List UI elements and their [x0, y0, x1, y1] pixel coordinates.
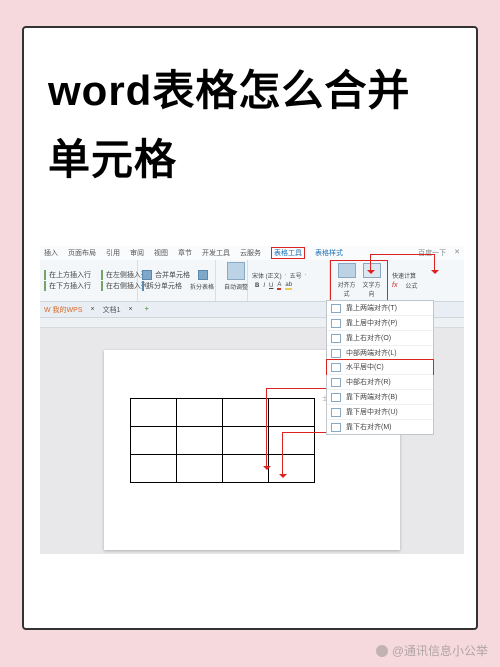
watermark-text: @通讯信息小公举: [392, 642, 488, 659]
group-autofit: 自动调整: [216, 260, 248, 301]
menu-item-bot-left[interactable]: 靠下两端对齐(B): [327, 389, 433, 404]
group-merge: 合并单元格 拆分单元格 拆分表格: [138, 260, 216, 301]
quick-calc-button[interactable]: 快速计算: [392, 271, 416, 280]
close-icon[interactable]: ✕: [454, 248, 460, 258]
autofit-icon: [227, 262, 245, 280]
tab-table-tools[interactable]: 表格工具: [271, 247, 305, 259]
alignment-menu: 靠上两端对齐(T) 靠上居中对齐(P) 靠上右对齐(O) 中部两端对齐(L) 水…: [326, 300, 434, 435]
insert-row-above-button[interactable]: 在上方插入行: [49, 270, 91, 280]
ribbon-tabs: 插入 页面布局 引用 审阅 视图 章节 开发工具 云服务 表格工具 表格样式 百…: [40, 246, 464, 260]
split-table-button[interactable]: 拆分表格: [190, 282, 214, 291]
doc-close-icon-2[interactable]: ×: [129, 306, 133, 313]
formula-button[interactable]: 公式: [405, 281, 417, 290]
ribbon: 在上方插入行 在左侧插入列 在下方插入行 在右侧插入列 合并单元格 拆分单元格 …: [40, 260, 464, 302]
menu-item-mid-left[interactable]: 中部两端对齐(L): [327, 345, 433, 360]
group-formula: 快速计算 fx 公式: [388, 260, 436, 301]
insert-row-above-icon: [44, 270, 46, 280]
merge-cells-button[interactable]: 合并单元格: [155, 270, 190, 280]
tab-pagelayout[interactable]: 页面布局: [68, 248, 96, 258]
card: word表格怎么合并单元格 插入 页面布局 引用 审阅 视图 章节 开发工具 云…: [22, 26, 478, 630]
menu-item-top-right[interactable]: 靠上右对齐(O): [327, 330, 433, 345]
tab-view[interactable]: 视图: [154, 248, 168, 258]
annotation-arrow: [282, 432, 283, 476]
merge-cells-icon: [142, 270, 152, 280]
watermark-logo-icon: [376, 645, 388, 657]
autofit-button[interactable]: 自动调整: [224, 282, 248, 291]
annotation-arrow: [370, 254, 434, 255]
highlight-button[interactable]: ab: [285, 282, 292, 290]
menu-item-bot-center[interactable]: 靠下居中对齐(U): [327, 404, 433, 419]
app-screenshot: 插入 页面布局 引用 审阅 视图 章节 开发工具 云服务 表格工具 表格样式 百…: [40, 246, 464, 554]
doc-close-icon[interactable]: ×: [91, 306, 95, 313]
insert-col-right-icon: [101, 281, 103, 291]
tab-review[interactable]: 审阅: [130, 248, 144, 258]
align-button[interactable]: 对齐方式: [335, 280, 358, 298]
align-bc-icon: [331, 408, 341, 417]
annotation-arrow: [266, 388, 267, 468]
split-cells-button[interactable]: 拆分单元格: [147, 281, 182, 291]
insert-row-below-icon: [44, 281, 46, 291]
tab-devtools[interactable]: 开发工具: [202, 248, 230, 258]
group-font: 宋体 (正文) · 五号 · B I U A ab: [248, 260, 330, 301]
menu-item-bot-right[interactable]: 靠下右对齐(M): [327, 419, 433, 434]
insert-col-left-icon: [101, 270, 103, 280]
text-direction-button[interactable]: 文字方向: [360, 280, 383, 298]
menu-item-top-center[interactable]: 靠上居中对齐(P): [327, 315, 433, 330]
font-color-button[interactable]: A: [277, 282, 281, 290]
fx-icon: fx: [392, 282, 397, 289]
group-insert-rows: 在上方插入行 在左侧插入列 在下方插入行 在右侧插入列: [40, 260, 138, 301]
font-name-select[interactable]: 宋体 (正文): [252, 271, 282, 280]
align-ml-icon: [331, 349, 341, 358]
watermark: @通讯信息小公举: [376, 642, 488, 659]
align-tr-icon: [331, 334, 341, 343]
italic-button[interactable]: I: [263, 283, 265, 289]
align-bl-icon: [331, 393, 341, 402]
document-table[interactable]: [130, 398, 315, 483]
annotation-arrow: [282, 432, 326, 433]
annotation-arrow: [266, 388, 326, 389]
menu-item-mid-right[interactable]: 中部右对齐(R): [327, 374, 433, 389]
align-tc-icon: [331, 319, 341, 328]
tab-cloud[interactable]: 云服务: [240, 248, 261, 258]
document-tab[interactable]: 文档1: [103, 305, 121, 315]
search-label[interactable]: 百度一下: [418, 248, 446, 258]
font-size-select[interactable]: 五号: [290, 271, 302, 280]
underline-button[interactable]: U: [269, 283, 273, 289]
split-cells-icon: [142, 281, 144, 291]
align-br-icon: [331, 423, 341, 432]
menu-item-top-left[interactable]: 靠上两端对齐(T): [327, 301, 433, 315]
tab-sections[interactable]: 章节: [178, 248, 192, 258]
tab-table-style[interactable]: 表格样式: [315, 248, 343, 258]
align-mr-icon: [331, 378, 341, 387]
tab-insert[interactable]: 插入: [44, 248, 58, 258]
menu-item-center[interactable]: 水平居中(C): [326, 359, 434, 375]
headline: word表格怎么合并单元格: [48, 56, 452, 195]
align-cc-icon: [331, 363, 341, 372]
annotation-arrow: [434, 254, 435, 272]
wps-home-tab[interactable]: W 我的WPS: [44, 305, 83, 315]
insert-row-below-button[interactable]: 在下方插入行: [49, 281, 91, 291]
bold-button[interactable]: B: [255, 283, 259, 289]
tab-references[interactable]: 引用: [106, 248, 120, 258]
align-tl-icon: [331, 304, 341, 313]
add-doc-button[interactable]: +: [145, 306, 149, 313]
align-icon: [338, 263, 356, 278]
group-alignment: 对齐方式 文字方向: [330, 260, 388, 301]
split-table-icon: [198, 270, 208, 280]
